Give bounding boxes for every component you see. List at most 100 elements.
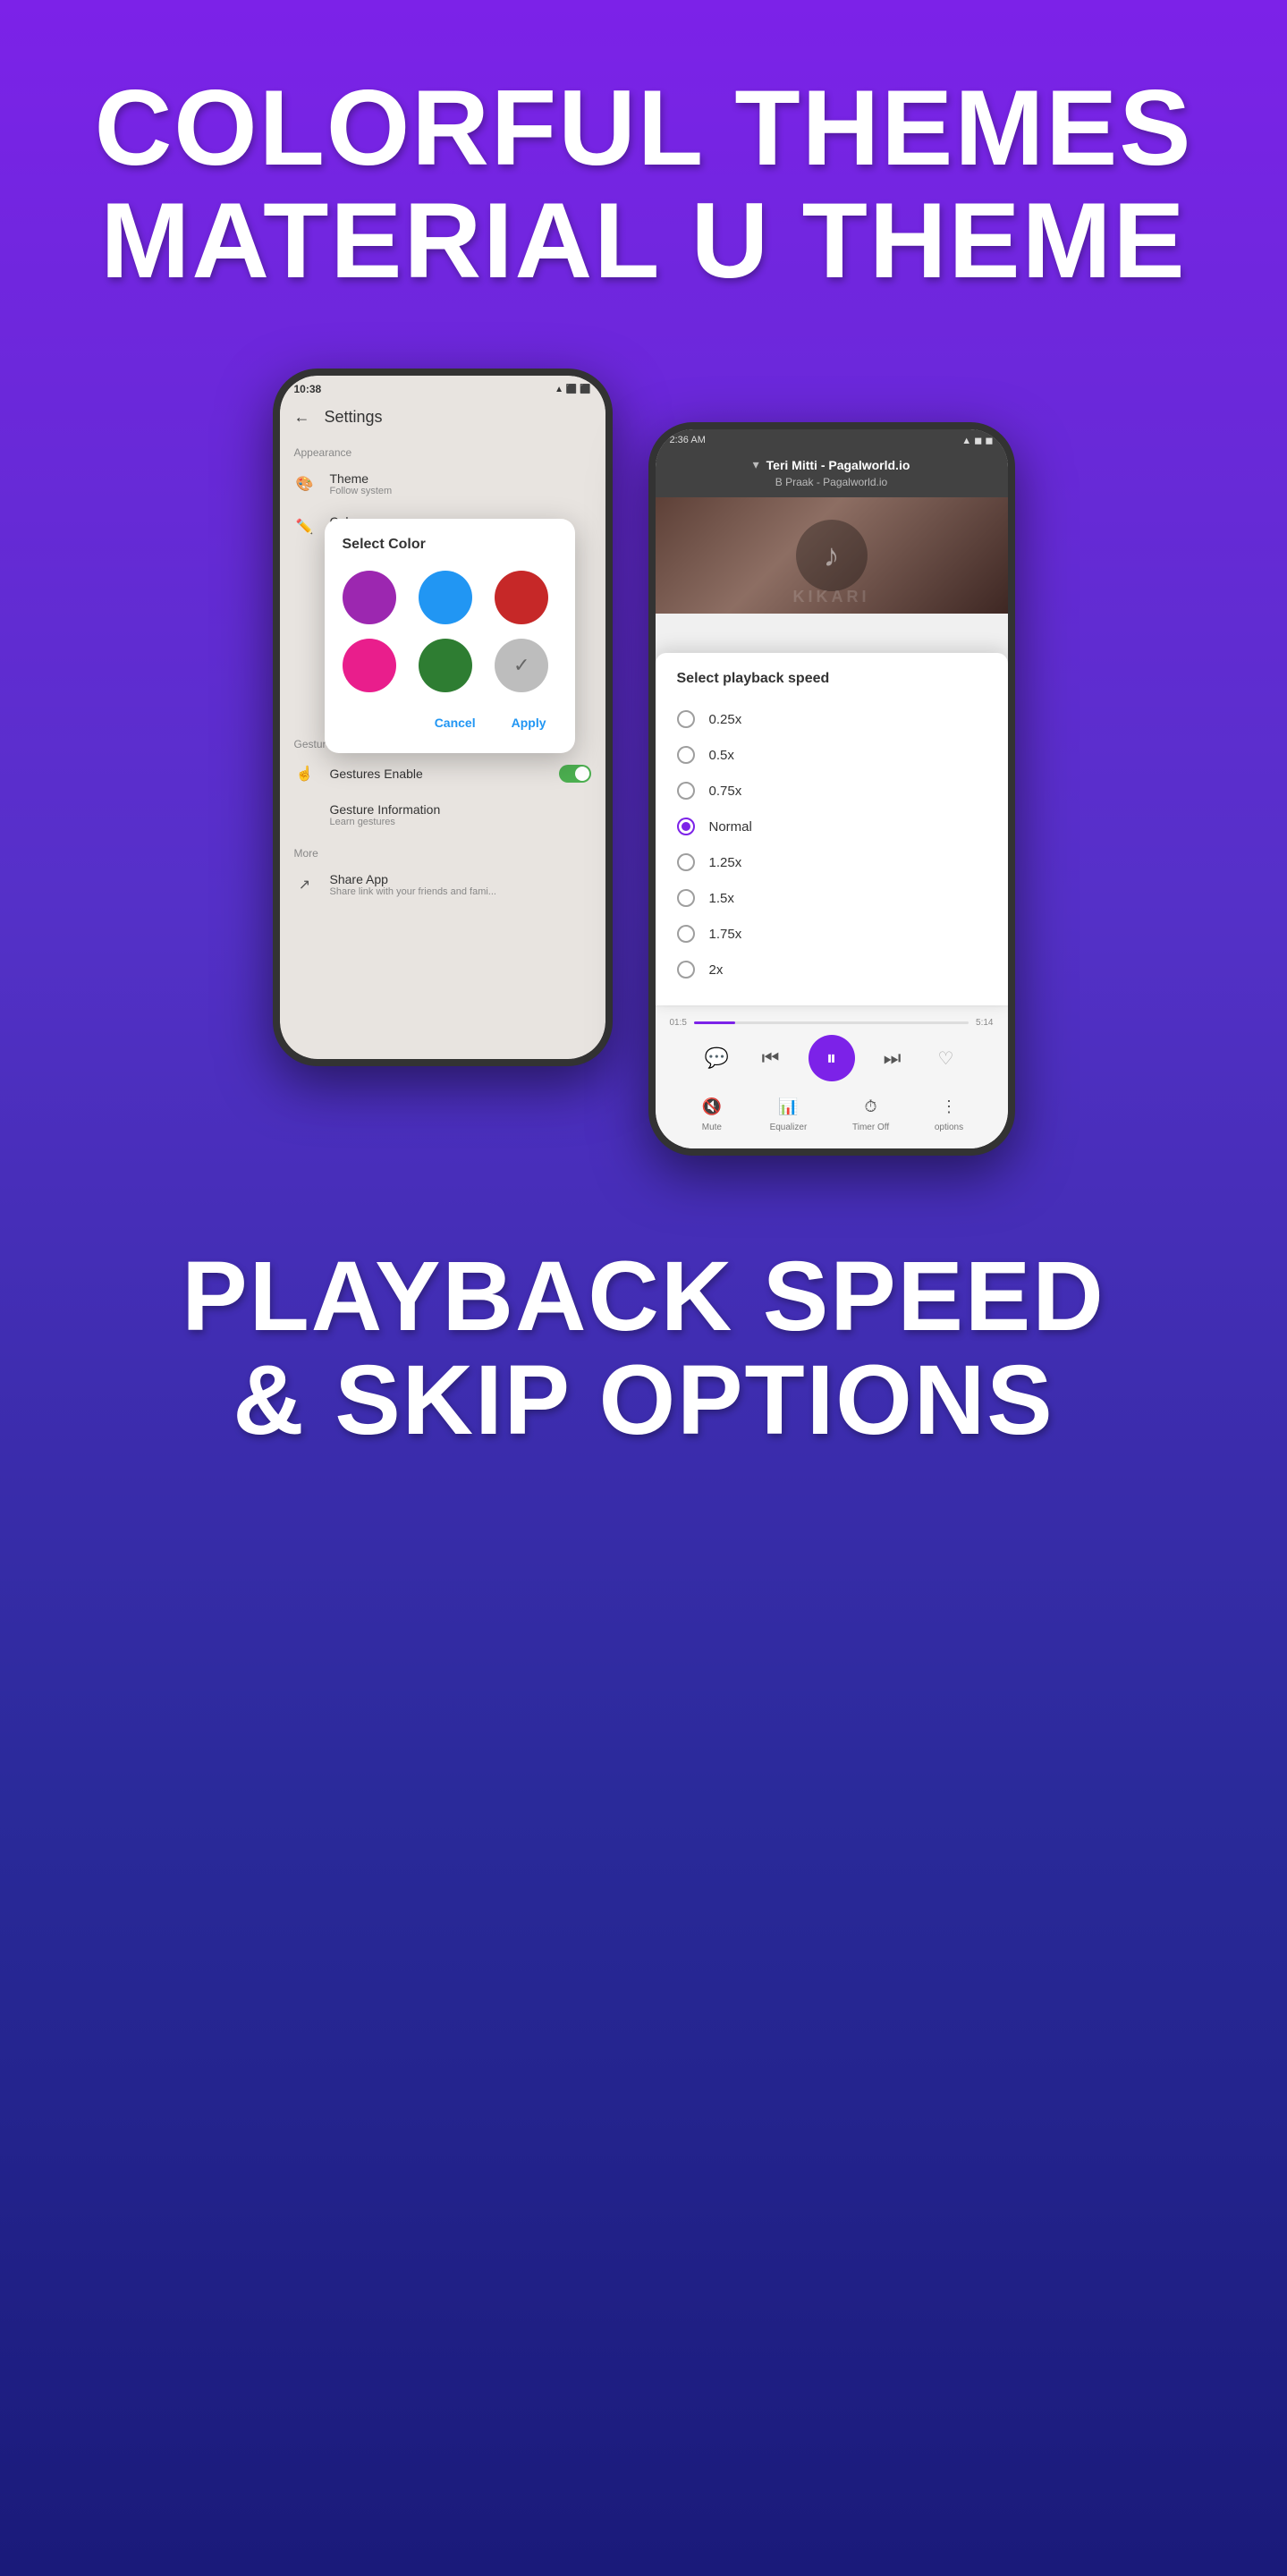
prev-button[interactable]: ⏮ [755, 1042, 787, 1074]
gesture-info-icon [294, 804, 316, 826]
time-left: 10:38 [294, 383, 322, 395]
color-option-red[interactable] [495, 571, 548, 624]
color-grid: ✓ [343, 571, 557, 692]
radio-025[interactable] [677, 710, 695, 728]
comment-button[interactable]: 💬 [701, 1042, 733, 1074]
color-option-blue[interactable] [419, 571, 472, 624]
gesture-info-item[interactable]: Gesture Information Learn gestures [280, 793, 605, 836]
equalizer-ctrl[interactable]: 📊 Equalizer [770, 1094, 808, 1132]
speed-label-05: 0.5x [709, 748, 734, 763]
speed-option-15[interactable]: 1.5x [656, 880, 1008, 916]
gesture-icon: ☝️ [294, 763, 316, 784]
options-ctrl[interactable]: ⋮ options [935, 1094, 963, 1132]
radio-125[interactable] [677, 853, 695, 871]
phone-left-screen: 10:38 ▲ ⬛ ⬛ ← Settings Appearance 🎨 Them… [280, 376, 605, 1059]
radio-05[interactable] [677, 746, 695, 764]
settings-title: Settings [325, 408, 383, 427]
mute-label: Mute [702, 1123, 722, 1132]
speed-label-125: 1.25x [709, 855, 742, 870]
phone-left: 10:38 ▲ ⬛ ⬛ ← Settings Appearance 🎨 Them… [273, 369, 613, 1066]
timer-label: Timer Off [852, 1123, 889, 1132]
bottom-title: PLAYBACK SPEED & SKIP OPTIONS [54, 1245, 1233, 1452]
extra-controls: 🔇 Mute 📊 Equalizer ⏱ Timer Off ⋮ options [656, 1089, 1008, 1138]
pause-button[interactable]: ⏸ [809, 1035, 855, 1081]
gestures-toggle[interactable] [559, 765, 591, 783]
color-dialog: Select Color ✓ Cancel Apply [325, 519, 575, 753]
hero-line1: COLORFUL THEMES [95, 68, 1193, 188]
color-option-purple[interactable] [343, 571, 396, 624]
gesture-info-sub: Learn gestures [330, 817, 591, 827]
mute-icon: 🔇 [699, 1094, 724, 1119]
speed-option-05[interactable]: 0.5x [656, 737, 1008, 773]
equalizer-label: Equalizer [770, 1123, 808, 1132]
share-app-item[interactable]: ↗ Share App Share link with your friends… [280, 863, 605, 906]
track-artist: B Praak - Pagalworld.io [670, 476, 994, 488]
radio-15[interactable] [677, 889, 695, 907]
gesture-info-label: Gesture Information [330, 802, 591, 817]
status-icons-left: ▲ ⬛ ⬛ [555, 385, 590, 394]
progress-filled [694, 1021, 735, 1024]
equalizer-icon: 📊 [775, 1094, 800, 1119]
theme-sub: Follow system [330, 486, 591, 496]
share-app-label: Share App [330, 872, 591, 886]
speed-option-normal[interactable]: Normal [656, 809, 1008, 844]
speed-option-175[interactable]: 1.75x [656, 916, 1008, 952]
speed-dialog-title: Select playback speed [656, 671, 1008, 701]
radio-075[interactable] [677, 782, 695, 800]
color-option-green[interactable] [419, 639, 472, 692]
phone-right-screen: 2:36 AM ▲ ◼ ◼ ▾ Teri Mitti - Pagalworld.… [656, 429, 1008, 1148]
apply-button[interactable]: Apply [501, 710, 557, 735]
progress-track[interactable] [694, 1021, 969, 1024]
cancel-button[interactable]: Cancel [424, 710, 487, 735]
hero-line2: MATERIAL U THEME [100, 181, 1186, 301]
radio-175[interactable] [677, 925, 695, 943]
color-option-pink[interactable] [343, 639, 396, 692]
mute-ctrl[interactable]: 🔇 Mute [699, 1094, 724, 1132]
next-button[interactable]: ⏭ [876, 1042, 909, 1074]
theme-item[interactable]: 🎨 Theme Follow system [280, 462, 605, 505]
track-title: Teri Mitti - Pagalworld.io [766, 458, 910, 472]
speed-option-125[interactable]: 1.25x [656, 844, 1008, 880]
timer-icon: ⏱ [859, 1094, 884, 1119]
options-label: options [935, 1123, 963, 1132]
settings-header: ← Settings [280, 399, 605, 436]
gestures-enable-label: Gestures Enable [330, 767, 545, 781]
speed-label-15: 1.5x [709, 891, 734, 906]
hero-section: COLORFUL THEMES MATERIAL U THEME [0, 0, 1287, 351]
speed-label-175: 1.75x [709, 927, 742, 942]
speed-label-2: 2x [709, 962, 724, 978]
radio-normal[interactable] [677, 818, 695, 835]
speed-option-025[interactable]: 0.25x [656, 701, 1008, 737]
track-info: ▾ Teri Mitti - Pagalworld.io B Praak - P… [656, 450, 1008, 497]
speed-option-2[interactable]: 2x [656, 952, 1008, 987]
back-button[interactable]: ← [294, 408, 310, 427]
bottom-line2: & SKIP OPTIONS [233, 1345, 1054, 1455]
status-bar-left: 10:38 ▲ ⬛ ⬛ [280, 376, 605, 399]
favorite-button[interactable]: ♡ [930, 1042, 962, 1074]
player-controls: 01:5 5:14 💬 ⏮ ⏸ ⏭ ♡ 🔇 [656, 1007, 1008, 1148]
share-app-sub: Share link with your friends and fami... [330, 886, 591, 897]
status-bar-right: 2:36 AM ▲ ◼ ◼ [656, 429, 1008, 450]
speed-option-075[interactable]: 0.75x [656, 773, 1008, 809]
album-art: ♪ KIKARI [656, 497, 1008, 614]
color-option-gray[interactable]: ✓ [495, 639, 548, 692]
status-icons-right: ▲ ◼ ◼ [961, 435, 993, 446]
radio-2[interactable] [677, 961, 695, 979]
speed-label-025: 0.25x [709, 712, 742, 727]
chevron-down-icon: ▾ [753, 457, 759, 472]
phones-section: 10:38 ▲ ⬛ ⬛ ← Settings Appearance 🎨 Them… [0, 351, 1287, 1209]
theme-label: Theme [330, 471, 591, 486]
speed-label-075: 0.75x [709, 784, 742, 799]
bottom-title-section: PLAYBACK SPEED & SKIP OPTIONS [0, 1209, 1287, 1523]
speed-label-normal: Normal [709, 819, 752, 835]
theme-icon: 🎨 [294, 473, 316, 495]
progress-start: 01:5 [670, 1018, 687, 1028]
gestures-enable-item[interactable]: ☝️ Gestures Enable [280, 754, 605, 793]
progress-end: 5:14 [976, 1018, 993, 1028]
timer-ctrl[interactable]: ⏱ Timer Off [852, 1094, 889, 1132]
album-art-text: KIKARI [793, 588, 870, 606]
color-dialog-actions: Cancel Apply [343, 710, 557, 735]
phone-right: 2:36 AM ▲ ◼ ◼ ▾ Teri Mitti - Pagalworld.… [648, 422, 1015, 1156]
color-dialog-title: Select Color [343, 537, 557, 553]
bottom-line1: PLAYBACK SPEED [182, 1241, 1105, 1352]
